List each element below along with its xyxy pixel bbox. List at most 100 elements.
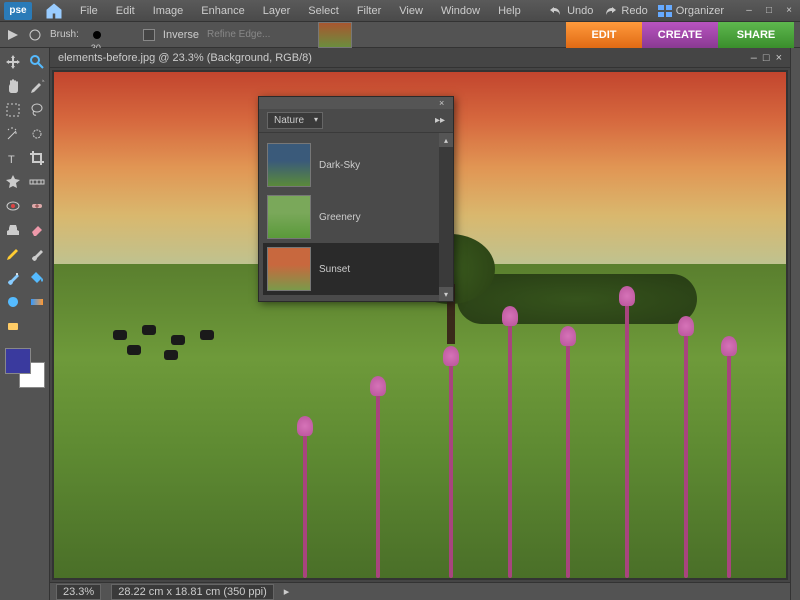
panel-close-icon[interactable]: × [439,98,449,108]
menu-filter[interactable]: Filter [349,2,389,20]
clone-stamp-tool[interactable] [3,220,23,240]
undo-label: Undo [567,5,593,17]
move-tool[interactable] [3,52,23,72]
marquee-tool[interactable] [3,100,23,120]
preset-list: Dark-Sky Greenery Sunset ▴ ▾ [259,133,453,301]
crop-tool[interactable] [27,148,47,168]
color-swatches[interactable] [5,348,45,388]
panel-header: Nature ▸▸ [259,109,453,133]
app-logo[interactable]: pse [4,2,32,20]
brush-label: Brush: [50,29,79,40]
status-bar: 23.3% 28.22 cm x 18.81 cm (350 ppi) ▸ [50,582,790,600]
preset-name: Greenery [319,212,361,223]
pencil-tool[interactable] [3,244,23,264]
undo-icon [549,5,563,17]
tool-preset-icon[interactable] [6,28,20,42]
healing-brush-tool[interactable] [27,196,47,216]
brush-preview[interactable]: 30 [87,25,107,45]
preset-item-greenery[interactable]: Greenery [263,191,449,243]
doc-dimensions[interactable]: 28.22 cm x 18.81 cm (350 ppi) [111,584,274,600]
shape-tool[interactable] [3,292,23,312]
maximize-button[interactable]: □ [762,4,776,18]
close-button[interactable]: × [782,4,796,18]
doc-minimize-icon[interactable]: – [751,52,757,64]
panel-menu-icon[interactable]: ▸▸ [435,115,445,126]
mode-tab-create[interactable]: CREATE [642,22,718,48]
toolbar: T [0,48,50,600]
redo-icon [603,5,617,17]
scroll-track[interactable] [439,147,453,287]
preset-thumb [267,247,311,291]
smart-brush-tool[interactable] [3,268,23,288]
menu-view[interactable]: View [391,2,431,20]
window-controls: – □ × [742,4,796,18]
menu-image[interactable]: Image [145,2,192,20]
panel-titlebar[interactable]: × [259,97,453,109]
zoom-value[interactable]: 23.3% [56,584,101,600]
menu-edit[interactable]: Edit [108,2,143,20]
redo-button[interactable]: Redo [603,5,647,17]
mode-tabs: EDIT CREATE SHARE [566,22,794,48]
menu-items: File Edit Image Enhance Layer Select Fil… [72,2,529,20]
workspace: T elements-before.jpg @ 23.3% (Backgroun… [0,48,800,600]
app-window: pse File Edit Image Enhance Layer Select… [0,0,800,600]
doc-maximize-icon[interactable]: □ [763,52,770,64]
preset-item-dark-sky[interactable]: Dark-Sky [263,139,449,191]
preset-scrollbar[interactable]: ▴ ▾ [439,133,453,301]
brush-tool[interactable] [27,244,47,264]
redo-label: Redo [621,5,647,17]
quick-select-icon[interactable] [28,28,42,42]
zoom-tool[interactable] [27,52,47,72]
sponge-tool[interactable] [3,316,23,336]
red-eye-tool[interactable] [3,196,23,216]
menubar: pse File Edit Image Enhance Layer Select… [0,0,800,22]
eraser-tool[interactable] [27,220,47,240]
preset-name: Sunset [319,264,350,275]
menu-file[interactable]: File [72,2,106,20]
straighten-tool[interactable] [27,172,47,192]
menu-enhance[interactable]: Enhance [193,2,252,20]
inverse-checkbox[interactable] [143,29,155,41]
preset-thumb [267,195,311,239]
eyedropper-tool[interactable] [27,76,47,96]
scroll-down-icon[interactable]: ▾ [439,287,453,301]
cookie-cutter-tool[interactable] [3,172,23,192]
lasso-tool[interactable] [27,100,47,120]
smart-brush-presets-panel: × Nature ▸▸ Dark-Sky Greenery Sunset ▴ ▾ [258,96,454,302]
organizer-icon [658,5,672,17]
document-title: elements-before.jpg @ 23.3% (Background,… [58,52,312,64]
menu-select[interactable]: Select [300,2,347,20]
type-tool[interactable]: T [3,148,23,168]
gradient-tool[interactable] [27,292,47,312]
preset-category-dropdown[interactable]: Nature [267,112,323,129]
organizer-button[interactable]: Organizer [658,5,724,17]
menu-window[interactable]: Window [433,2,488,20]
foreground-color[interactable] [5,348,31,374]
undo-button[interactable]: Undo [549,5,593,17]
paint-bucket-tool[interactable] [27,268,47,288]
refine-edge-button[interactable]: Refine Edge... [207,29,270,40]
organizer-label: Organizer [676,5,724,17]
quick-selection-tool[interactable] [27,124,47,144]
right-panel-collapsed[interactable] [790,48,800,600]
doc-close-icon[interactable]: × [776,52,782,64]
home-icon[interactable] [44,2,64,20]
options-bar: Brush: 30 Inverse Refine Edge... EDIT CR… [0,22,800,48]
svg-text:T: T [8,154,15,166]
smart-brush-preset-thumb[interactable] [318,22,352,48]
scroll-up-icon[interactable]: ▴ [439,133,453,147]
mode-tab-share[interactable]: SHARE [718,22,794,48]
menu-help[interactable]: Help [490,2,529,20]
hand-tool[interactable] [3,76,23,96]
inverse-label: Inverse [163,29,199,41]
preset-item-sunset[interactable]: Sunset [263,243,449,295]
preset-name: Dark-Sky [319,160,360,171]
menu-layer[interactable]: Layer [255,2,299,20]
status-arrow-icon[interactable]: ▸ [284,585,290,598]
magic-wand-tool[interactable] [3,124,23,144]
mode-tab-edit[interactable]: EDIT [566,22,642,48]
menubar-right: Undo Redo Organizer – □ × [549,4,796,18]
minimize-button[interactable]: – [742,4,756,18]
preset-thumb [267,143,311,187]
document-tab[interactable]: elements-before.jpg @ 23.3% (Background,… [50,48,790,68]
